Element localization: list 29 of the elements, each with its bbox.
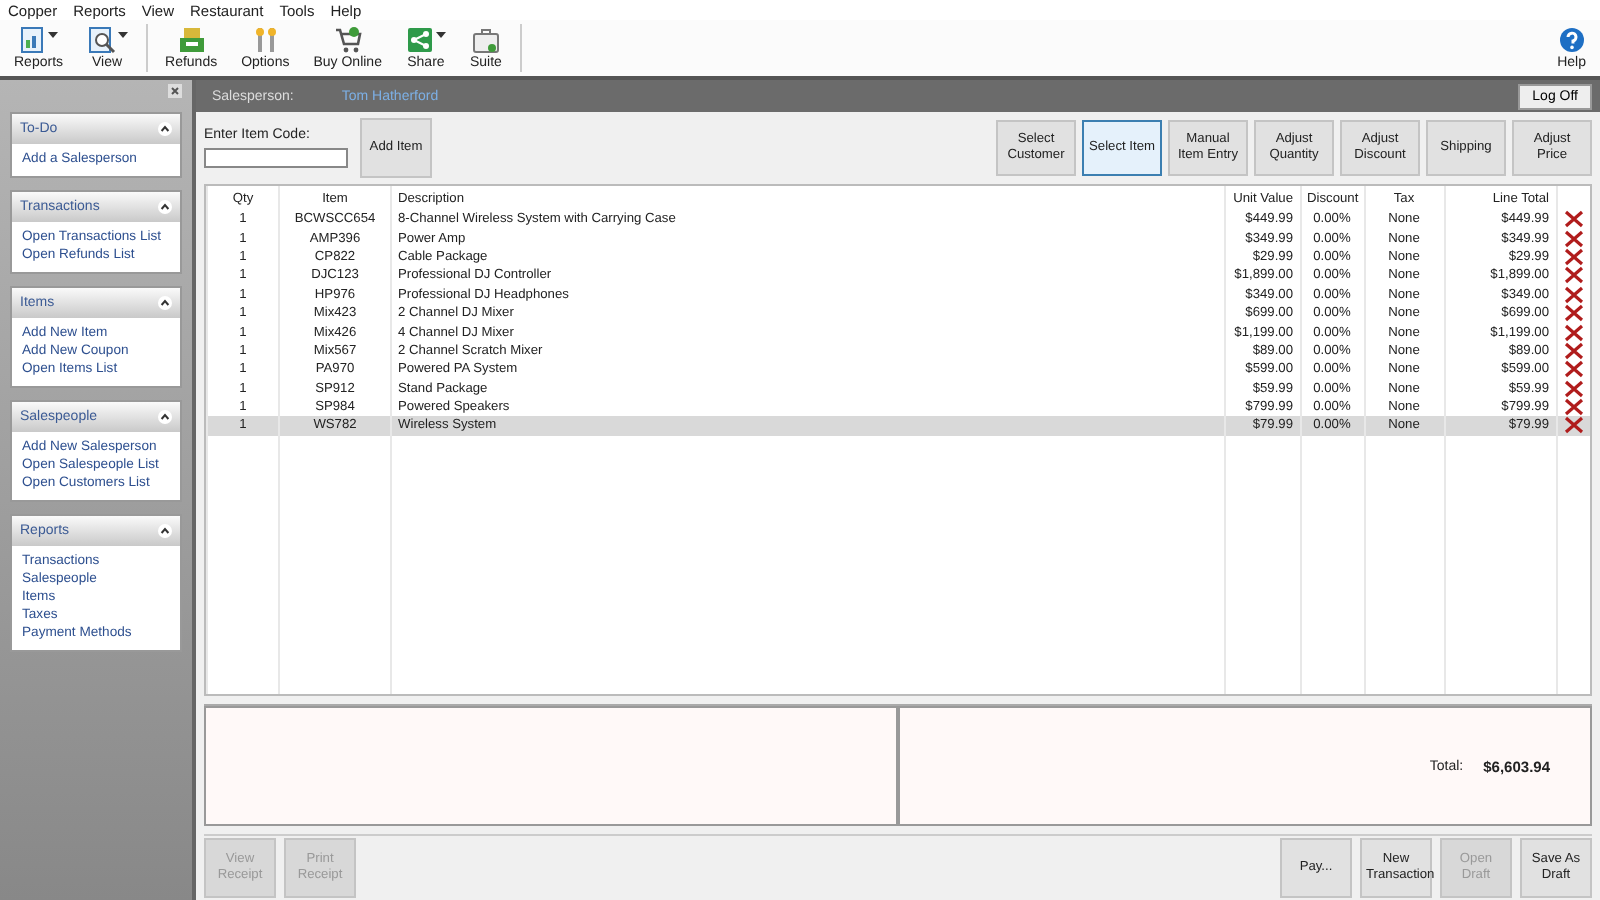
help-icon xyxy=(1557,26,1586,54)
delete-icon[interactable] xyxy=(1563,210,1584,229)
collapse-icon[interactable] xyxy=(158,524,172,538)
delete-icon[interactable] xyxy=(1563,285,1584,304)
delete-icon[interactable] xyxy=(1563,360,1584,379)
delete-icon[interactable] xyxy=(1563,341,1584,360)
delete-icon[interactable] xyxy=(1563,229,1584,248)
delete-icon[interactable] xyxy=(1563,323,1584,342)
delete-icon[interactable] xyxy=(1563,304,1584,323)
report-icon xyxy=(18,26,47,54)
item-code-field[interactable] xyxy=(204,148,348,168)
magnifier-icon xyxy=(87,26,116,54)
cash-register-icon xyxy=(177,26,206,54)
cart-icon xyxy=(333,26,362,54)
delete-icon[interactable] xyxy=(1563,416,1584,435)
collapse-icon[interactable] xyxy=(158,200,172,214)
caret-icon xyxy=(435,32,446,40)
collapse-icon[interactable] xyxy=(158,410,172,424)
delete-icon[interactable] xyxy=(1563,398,1584,417)
briefcase-icon xyxy=(471,26,500,54)
delete-icon[interactable] xyxy=(1563,379,1584,398)
caret-icon xyxy=(117,32,128,40)
caret-icon xyxy=(48,32,59,40)
collapse-icon[interactable] xyxy=(158,296,172,310)
share-icon xyxy=(405,26,434,54)
collapse-icon[interactable] xyxy=(158,122,172,136)
delete-icon[interactable] xyxy=(1563,266,1584,285)
delete-icon[interactable] xyxy=(1563,247,1584,266)
close-icon[interactable] xyxy=(168,84,182,98)
